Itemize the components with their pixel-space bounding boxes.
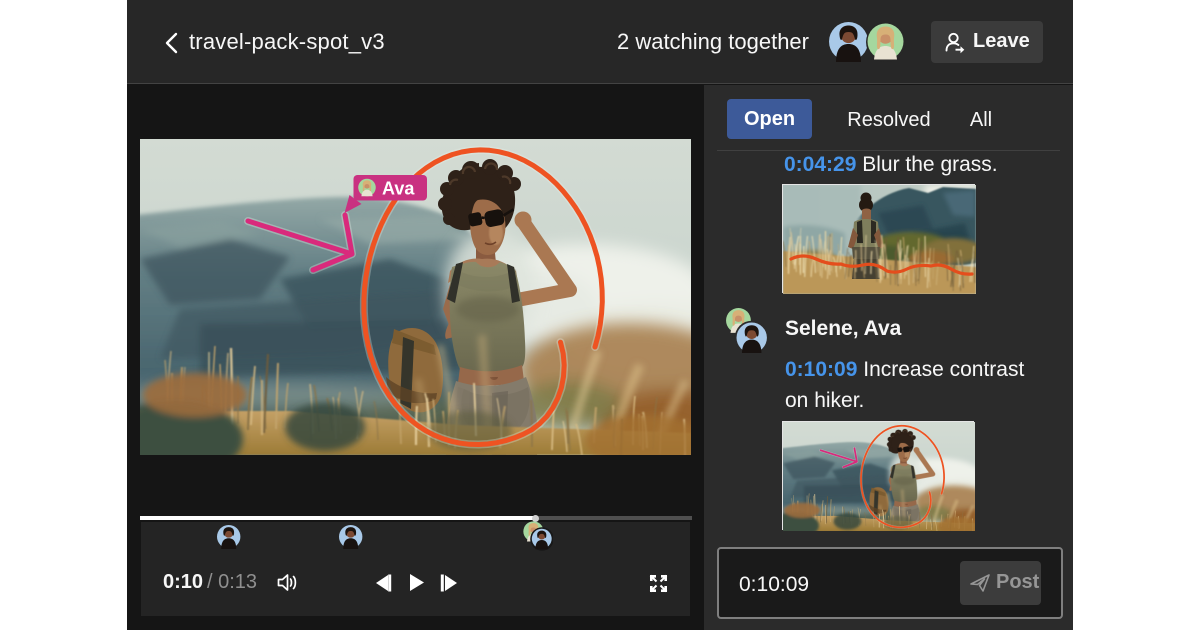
svg-text:Ava: Ava (382, 179, 415, 199)
